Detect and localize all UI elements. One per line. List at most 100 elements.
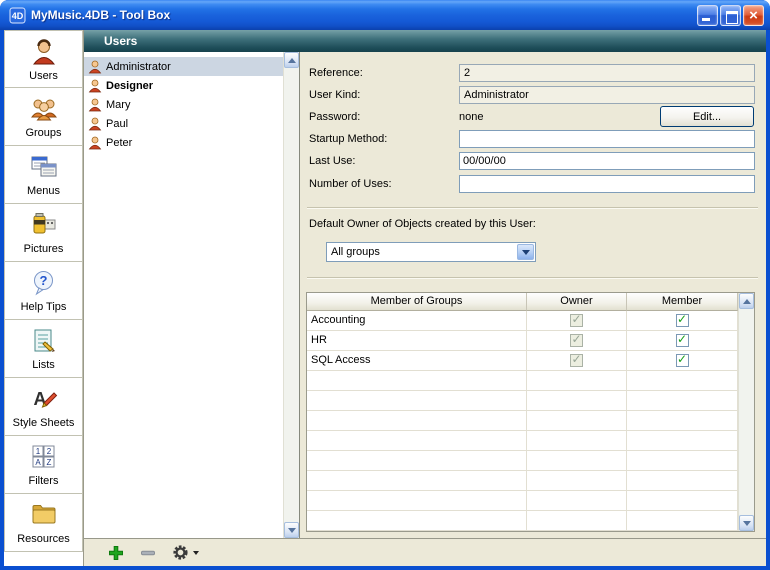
lists-icon [29,326,59,356]
column-header-owner[interactable]: Owner [527,293,627,311]
number-of-uses-row: Number of Uses: [301,175,766,195]
svg-text:1: 1 [35,447,40,456]
user-list-item[interactable]: Administrator [84,57,283,76]
user-list-item[interactable]: Paul [84,114,283,133]
table-scrollbar[interactable] [738,293,754,531]
groups-table-header: Member of Groups Owner Member [307,293,738,311]
sidebar-item-label: Groups [25,127,61,139]
pictures-icon [29,210,59,240]
app-icon: 4D [9,7,26,24]
sidebar-item-lists[interactable]: Lists [4,320,83,378]
table-row-empty [307,451,738,471]
scroll-up-icon[interactable] [284,52,299,68]
table-row-empty [307,411,738,431]
table-row[interactable]: HR [307,331,738,351]
default-owner-value: All groups [331,246,380,258]
member-checkbox[interactable] [676,314,689,327]
sidebar-item-style-sheets[interactable]: A Style Sheets [4,378,83,436]
reference-field: 2 [459,64,755,82]
scroll-down-icon[interactable] [284,522,299,538]
close-button[interactable] [743,5,764,26]
default-owner-select[interactable]: All groups [326,242,536,262]
sidebar-item-filters[interactable]: 1 2 A Z Filters [4,436,83,494]
table-row-empty [307,391,738,411]
scroll-up-icon[interactable] [739,293,754,309]
sidebar-item-groups[interactable]: Groups [4,88,83,146]
sidebar-item-help-tips[interactable]: ? Help Tips [4,262,83,320]
sidebar-item-label: Menus [27,185,60,197]
last-use-row: Last Use: [301,152,766,172]
sidebar-item-label: Users [29,70,58,82]
table-row[interactable]: SQL Access [307,351,738,371]
user-name: Peter [106,137,132,149]
user-icon [88,136,102,150]
user-list-scrollbar[interactable] [283,52,299,538]
minimize-button[interactable] [697,5,718,26]
user-list-item[interactable]: Peter [84,133,283,152]
startup-method-label: Startup Method: [309,133,387,145]
svg-text:Z: Z [46,458,51,467]
sidebar-item-menus[interactable]: Menus [4,146,83,204]
add-user-button[interactable] [108,545,124,561]
sidebar-item-label: Help Tips [21,301,67,313]
owner-checkbox[interactable] [570,334,583,347]
filters-icon: 1 2 A Z [29,442,59,472]
owner-checkbox[interactable] [570,354,583,367]
sidebar-item-label: Pictures [24,243,64,255]
sidebar-item-pictures[interactable]: Pictures [4,204,83,262]
add-icon [108,545,124,561]
user-list-rows: Administrator Designer Mary Paul Peter [84,52,283,538]
sidebar-item-label: Style Sheets [13,417,75,429]
password-label: Password: [309,111,360,123]
style-sheets-icon: A [29,384,59,414]
user-name: Paul [106,118,128,130]
combo-dropdown-button[interactable] [517,244,534,260]
table-row-empty [307,371,738,391]
last-use-input[interactable] [459,152,755,170]
table-row[interactable]: Accounting [307,311,738,331]
owner-checkbox[interactable] [570,314,583,327]
scroll-down-icon[interactable] [739,515,754,531]
password-value: none [459,111,483,123]
user-list-item[interactable]: Designer [84,76,283,95]
startup-method-input[interactable] [459,130,755,148]
sidebar-item-label: Filters [29,475,59,487]
remove-user-button[interactable] [140,545,156,561]
sidebar-item-label: Resources [17,533,70,545]
title-bar[interactable]: 4D MyMusic.4DB - Tool Box [0,0,770,30]
column-header-group[interactable]: Member of Groups [307,293,527,311]
group-name-cell: Accounting [307,311,527,331]
group-name-cell: HR [307,331,527,351]
scroll-track[interactable] [284,68,299,522]
number-of-uses-input[interactable] [459,175,755,193]
menus-icon [29,152,59,182]
scroll-track[interactable] [739,309,754,515]
user-list: Administrator Designer Mary Paul Peter [84,52,300,538]
user-icon [88,60,102,74]
user-name: Designer [106,80,153,92]
member-checkbox[interactable] [676,334,689,347]
actions-menu-button[interactable] [172,544,199,561]
sidebar-item-resources[interactable]: Resources [4,494,83,552]
section-header: Users [84,30,766,52]
sidebar-item-users[interactable]: Users [4,30,83,88]
member-checkbox[interactable] [676,354,689,367]
remove-icon [140,545,156,561]
table-row-empty [307,491,738,511]
user-icon [88,79,102,93]
resources-icon [29,500,59,530]
user-list-item[interactable]: Mary [84,95,283,114]
window-title: MyMusic.4DB - Tool Box [31,8,697,22]
column-header-member[interactable]: Member [627,293,738,311]
gear-icon [172,544,189,561]
help-tips-icon: ? [29,268,59,298]
separator [307,207,758,209]
reference-label: Reference: [309,67,363,79]
sidebar-item-label: Lists [32,359,55,371]
user-detail-panel: Reference: 2 User Kind: Administrator Pa… [301,52,766,538]
maximize-button[interactable] [720,5,741,26]
user-icon [88,117,102,131]
table-row-empty [307,511,738,531]
edit-password-button[interactable]: Edit... [660,106,754,127]
user-icon [88,98,102,112]
